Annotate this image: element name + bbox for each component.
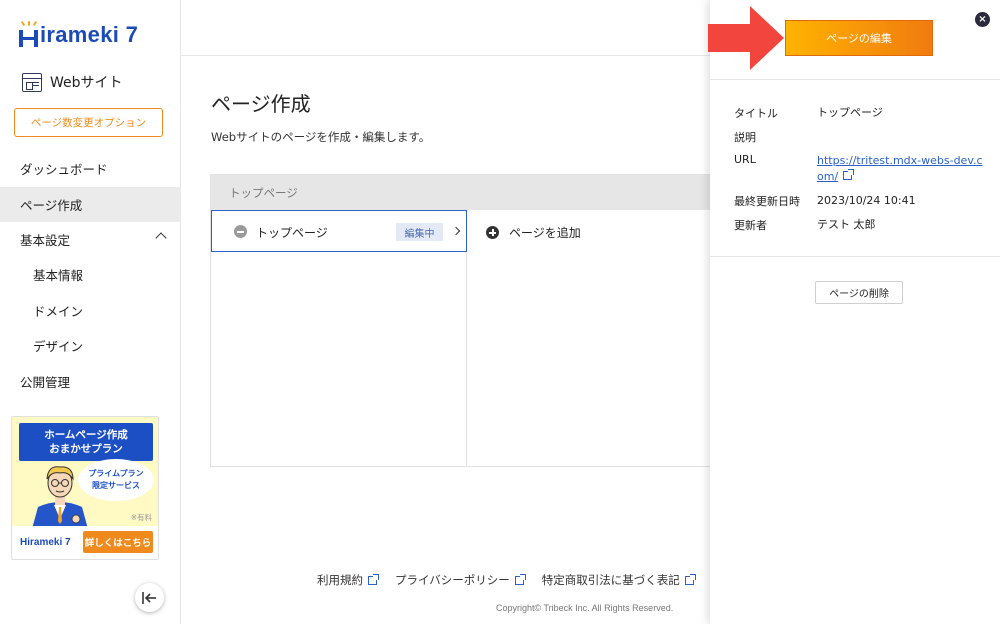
page-tree-item-top[interactable]: トップページ 編集中: [211, 210, 467, 252]
site-label: Webサイト: [50, 75, 123, 91]
sidebar-item-basic-info[interactable]: 基本情報: [0, 257, 181, 292]
copyright: Copyright© Tribeck Inc. All Rights Reser…: [496, 603, 674, 613]
page-tree-header: トップページ: [211, 175, 711, 210]
info-label: URL: [734, 153, 756, 166]
page-detail-panel: ページの編集 × タイトル トップページ 説明 URL https://trit…: [708, 0, 1000, 624]
panel-divider: [710, 256, 1000, 257]
footer-link-commerce-law[interactable]: 特定商取引法に基づく表記: [541, 572, 696, 588]
page-url-link[interactable]: https://tritest.mdx-webs-dev.com/: [817, 154, 983, 183]
sidebar-item-publish[interactable]: 公開管理: [0, 364, 181, 399]
promo-banner[interactable]: ホームページ作成 おまかせプラン プライムプラン 限定サービス ※有料 Hira…: [11, 416, 159, 560]
banner-headline-line1: ホームページ作成: [44, 429, 128, 441]
collapse-minus-icon[interactable]: [234, 225, 247, 238]
sidebar-item-basic-settings[interactable]: 基本設定: [0, 222, 181, 257]
info-value: https://tritest.mdx-webs-dev.com/: [817, 153, 987, 185]
page-tree-column: トップページ 編集中: [211, 210, 467, 467]
top-bar: [181, 0, 710, 56]
page-tree: トップページ トップページ 編集中 ページを追加: [210, 174, 711, 467]
sidebar-item-dashboard[interactable]: ダッシュボード: [0, 151, 181, 186]
info-row-updated: 最終更新日時 2023/10/24 10:41: [734, 193, 984, 217]
footer-link-label: プライバシーポリシー: [395, 573, 510, 587]
page-description: Webサイトのページを作成・編集します。: [211, 130, 431, 144]
red-arrow-icon: [708, 6, 784, 70]
logo[interactable]: irameki 7: [19, 20, 139, 48]
add-page-button[interactable]: ページを追加: [486, 224, 581, 241]
add-page-label: ページを追加: [509, 226, 581, 240]
sidebar-item-page-create[interactable]: ページ作成: [0, 187, 181, 222]
chevron-up-icon: [155, 232, 167, 244]
info-row-url: URL https://tritest.mdx-webs-dev.com/: [734, 153, 984, 193]
banner-mini-logo: Hirameki 7: [20, 537, 71, 548]
edit-page-button[interactable]: ページの編集: [785, 20, 933, 56]
sidebar-collapse-button[interactable]: [135, 583, 164, 612]
page-tree-item-label: トップページ: [256, 226, 328, 240]
banner-cta-button[interactable]: 詳しくはこちら: [83, 531, 153, 553]
external-link-icon: [514, 573, 526, 585]
info-row-updater: 更新者 テスト 太郎: [734, 217, 984, 241]
external-link-icon: [684, 573, 696, 585]
sidebar-item-domain[interactable]: ドメイン: [0, 293, 181, 328]
info-label: タイトル: [734, 107, 778, 120]
banner-footer: Hirameki 7 詳しくはこちら: [12, 526, 158, 559]
logo-mark-icon: [19, 20, 39, 48]
banner-headline-line2: おまかせプラン: [49, 443, 123, 455]
banner-bubble-line1: プライムプラン: [88, 469, 144, 478]
logo-text: irameki 7: [40, 22, 139, 47]
chevron-right-icon: [451, 226, 461, 236]
footer-link-label: 特定商取引法に基づく表記: [541, 573, 680, 587]
info-value: 2023/10/24 10:41: [817, 194, 916, 207]
footer-link-terms[interactable]: 利用規約: [317, 572, 379, 588]
website-icon: [22, 72, 42, 92]
info-label: 最終更新日時: [734, 195, 800, 208]
info-label: 更新者: [734, 219, 767, 232]
footer-links: 利用規約 プライバシーポリシー 特定商取引法に基づく表記 運: [317, 572, 741, 588]
site-selector[interactable]: Webサイト: [22, 72, 123, 92]
info-value: テスト 太郎: [817, 218, 876, 231]
info-label: 説明: [734, 131, 756, 144]
banner-headline: ホームページ作成 おまかせプラン: [19, 423, 153, 461]
editing-status-badge: 編集中: [396, 223, 443, 241]
close-icon[interactable]: ×: [975, 12, 990, 27]
banner-bubble: プライムプラン 限定サービス: [78, 459, 154, 501]
external-link-icon[interactable]: [843, 169, 855, 180]
external-link-icon: [368, 573, 379, 585]
info-value: トップページ: [817, 106, 883, 119]
delete-page-button[interactable]: ページの削除: [815, 281, 903, 304]
page-title: ページ作成: [211, 92, 311, 116]
sidebar-item-design[interactable]: デザイン: [0, 328, 181, 363]
sidebar-item-label: 基本設定: [20, 233, 71, 248]
plus-circle-icon: [486, 226, 499, 239]
footer-link-label: 利用規約: [317, 573, 363, 587]
footer-link-privacy[interactable]: プライバシーポリシー: [395, 572, 526, 588]
banner-note: ※有料: [130, 513, 152, 522]
panel-header: ページの編集 ×: [708, 0, 1000, 80]
sidebar: irameki 7 Webサイト ページ数変更オプション ダッシュボード ページ…: [0, 0, 181, 624]
banner-bubble-line2: 限定サービス: [92, 481, 140, 490]
info-row-description: 説明: [734, 129, 984, 153]
page-count-option-button[interactable]: ページ数変更オプション: [14, 108, 163, 137]
info-row-title: タイトル トップページ: [734, 105, 984, 129]
collapse-left-icon: [142, 591, 156, 604]
page-info: タイトル トップページ 説明 URL https://tritest.mdx-w…: [734, 105, 984, 241]
